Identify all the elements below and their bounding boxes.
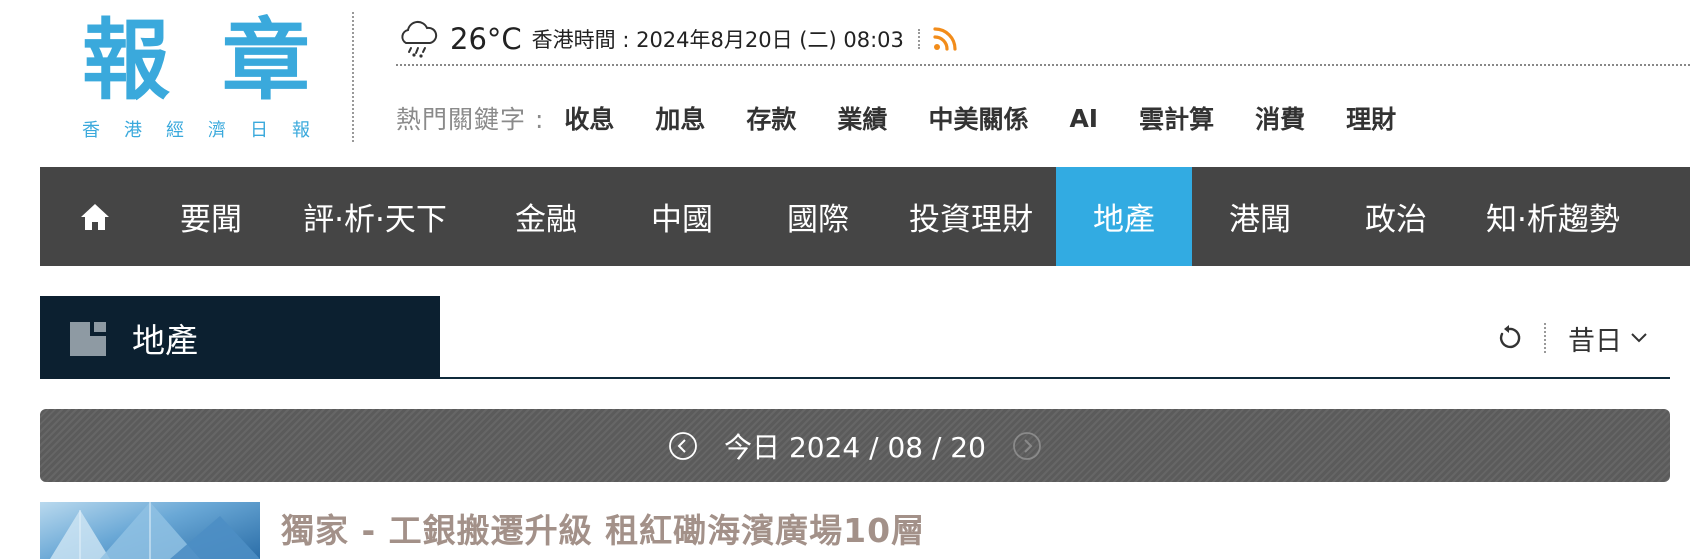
logo-char-2: 章 [221, 8, 310, 112]
keyword-link[interactable]: 收息 [564, 100, 614, 136]
chevron-left-circle-icon[interactable] [668, 431, 698, 461]
nav-home[interactable] [40, 167, 150, 266]
logo-sub-char: 香 [82, 120, 100, 141]
logo-subtitle: 香 港 經 濟 日 報 [76, 108, 316, 142]
logo-sub-char: 濟 [208, 120, 226, 141]
keyword-link[interactable]: 雲計算 [1139, 100, 1214, 136]
nav-item-property[interactable]: 地產 [1056, 167, 1192, 266]
keyword-link[interactable]: 存款 [746, 100, 796, 136]
rss-icon[interactable] [932, 26, 958, 52]
nav-item-trends[interactable]: 知·析趨勢 [1464, 167, 1660, 266]
current-date: 今日 2024 / 08 / 20 [724, 430, 986, 464]
section-icon [70, 321, 106, 356]
tools-separator [1544, 323, 1546, 353]
keyword-link[interactable]: 中美關係 [928, 100, 1028, 136]
chevron-down-icon [1631, 333, 1647, 343]
logo-sub-char: 經 [166, 120, 184, 141]
nav-item-china[interactable]: 中國 [614, 167, 750, 266]
nav-item-finance[interactable]: 金融 [478, 167, 614, 266]
logo-sub-char: 日 [250, 120, 268, 141]
building-image [50, 502, 260, 559]
logo-sub-char: 港 [124, 120, 142, 141]
weather-time-bar: 26°C 香港時間 : 2024年8月20日 (二) 08:03 [396, 14, 1690, 66]
keyword-link[interactable]: 業績 [837, 100, 887, 136]
section-title-block: 地產 [40, 296, 440, 379]
keyword-link[interactable]: 消費 [1255, 100, 1305, 136]
logo-main-text: 報 章 [76, 12, 316, 108]
time-separator [917, 29, 920, 49]
main-nav: 要聞 評·析·天下 金融 中國 國際 投資理財 地產 港聞 政治 知·析趨勢 [40, 167, 1690, 266]
cloud-rain-icon [401, 20, 438, 58]
logo-sub-char: 報 [292, 120, 310, 141]
hk-time: 香港時間 : 2024年8月20日 (二) 08:03 [531, 28, 904, 52]
logo-char-1: 報 [82, 8, 171, 112]
nav-item-investment[interactable]: 投資理財 [886, 167, 1056, 266]
nav-item-hk-news[interactable]: 港聞 [1192, 167, 1328, 266]
logo-divider [352, 12, 354, 142]
refresh-icon[interactable] [1496, 325, 1522, 351]
keywords-label: 熱門關鍵字 : [396, 105, 545, 134]
article-thumbnail[interactable] [40, 502, 260, 559]
temperature: 26°C [450, 22, 522, 56]
hot-keywords: 熱門關鍵字 : 收息 加息 存款 業績 中美關係 AI 雲計算 消費 理財 [396, 96, 1437, 140]
keyword-link[interactable]: 加息 [655, 100, 705, 136]
section-title: 地產 [132, 320, 198, 360]
day-select-label: 昔日 [1568, 325, 1622, 357]
keyword-link[interactable]: AI [1069, 104, 1098, 133]
nav-item-analysis[interactable]: 評·析·天下 [272, 167, 478, 266]
section-header: 地產 昔日 [40, 296, 1670, 379]
nav-item-international[interactable]: 國際 [750, 167, 886, 266]
site-logo[interactable]: 報 章 香 港 經 濟 日 報 [76, 12, 316, 142]
chevron-right-circle-icon[interactable] [1012, 431, 1042, 461]
nav-item-news[interactable]: 要聞 [150, 167, 272, 266]
article-title[interactable]: 獨家 - 工銀搬遷升級 租紅磡海濱廣場10層 [281, 504, 925, 552]
keyword-link[interactable]: 理財 [1346, 100, 1396, 136]
home-icon [81, 203, 109, 230]
nav-item-politics[interactable]: 政治 [1328, 167, 1464, 266]
day-select[interactable]: 昔日 [1568, 319, 1648, 358]
section-tools: 昔日 [1496, 318, 1648, 358]
date-navigator: 今日 2024 / 08 / 20 [40, 409, 1670, 482]
